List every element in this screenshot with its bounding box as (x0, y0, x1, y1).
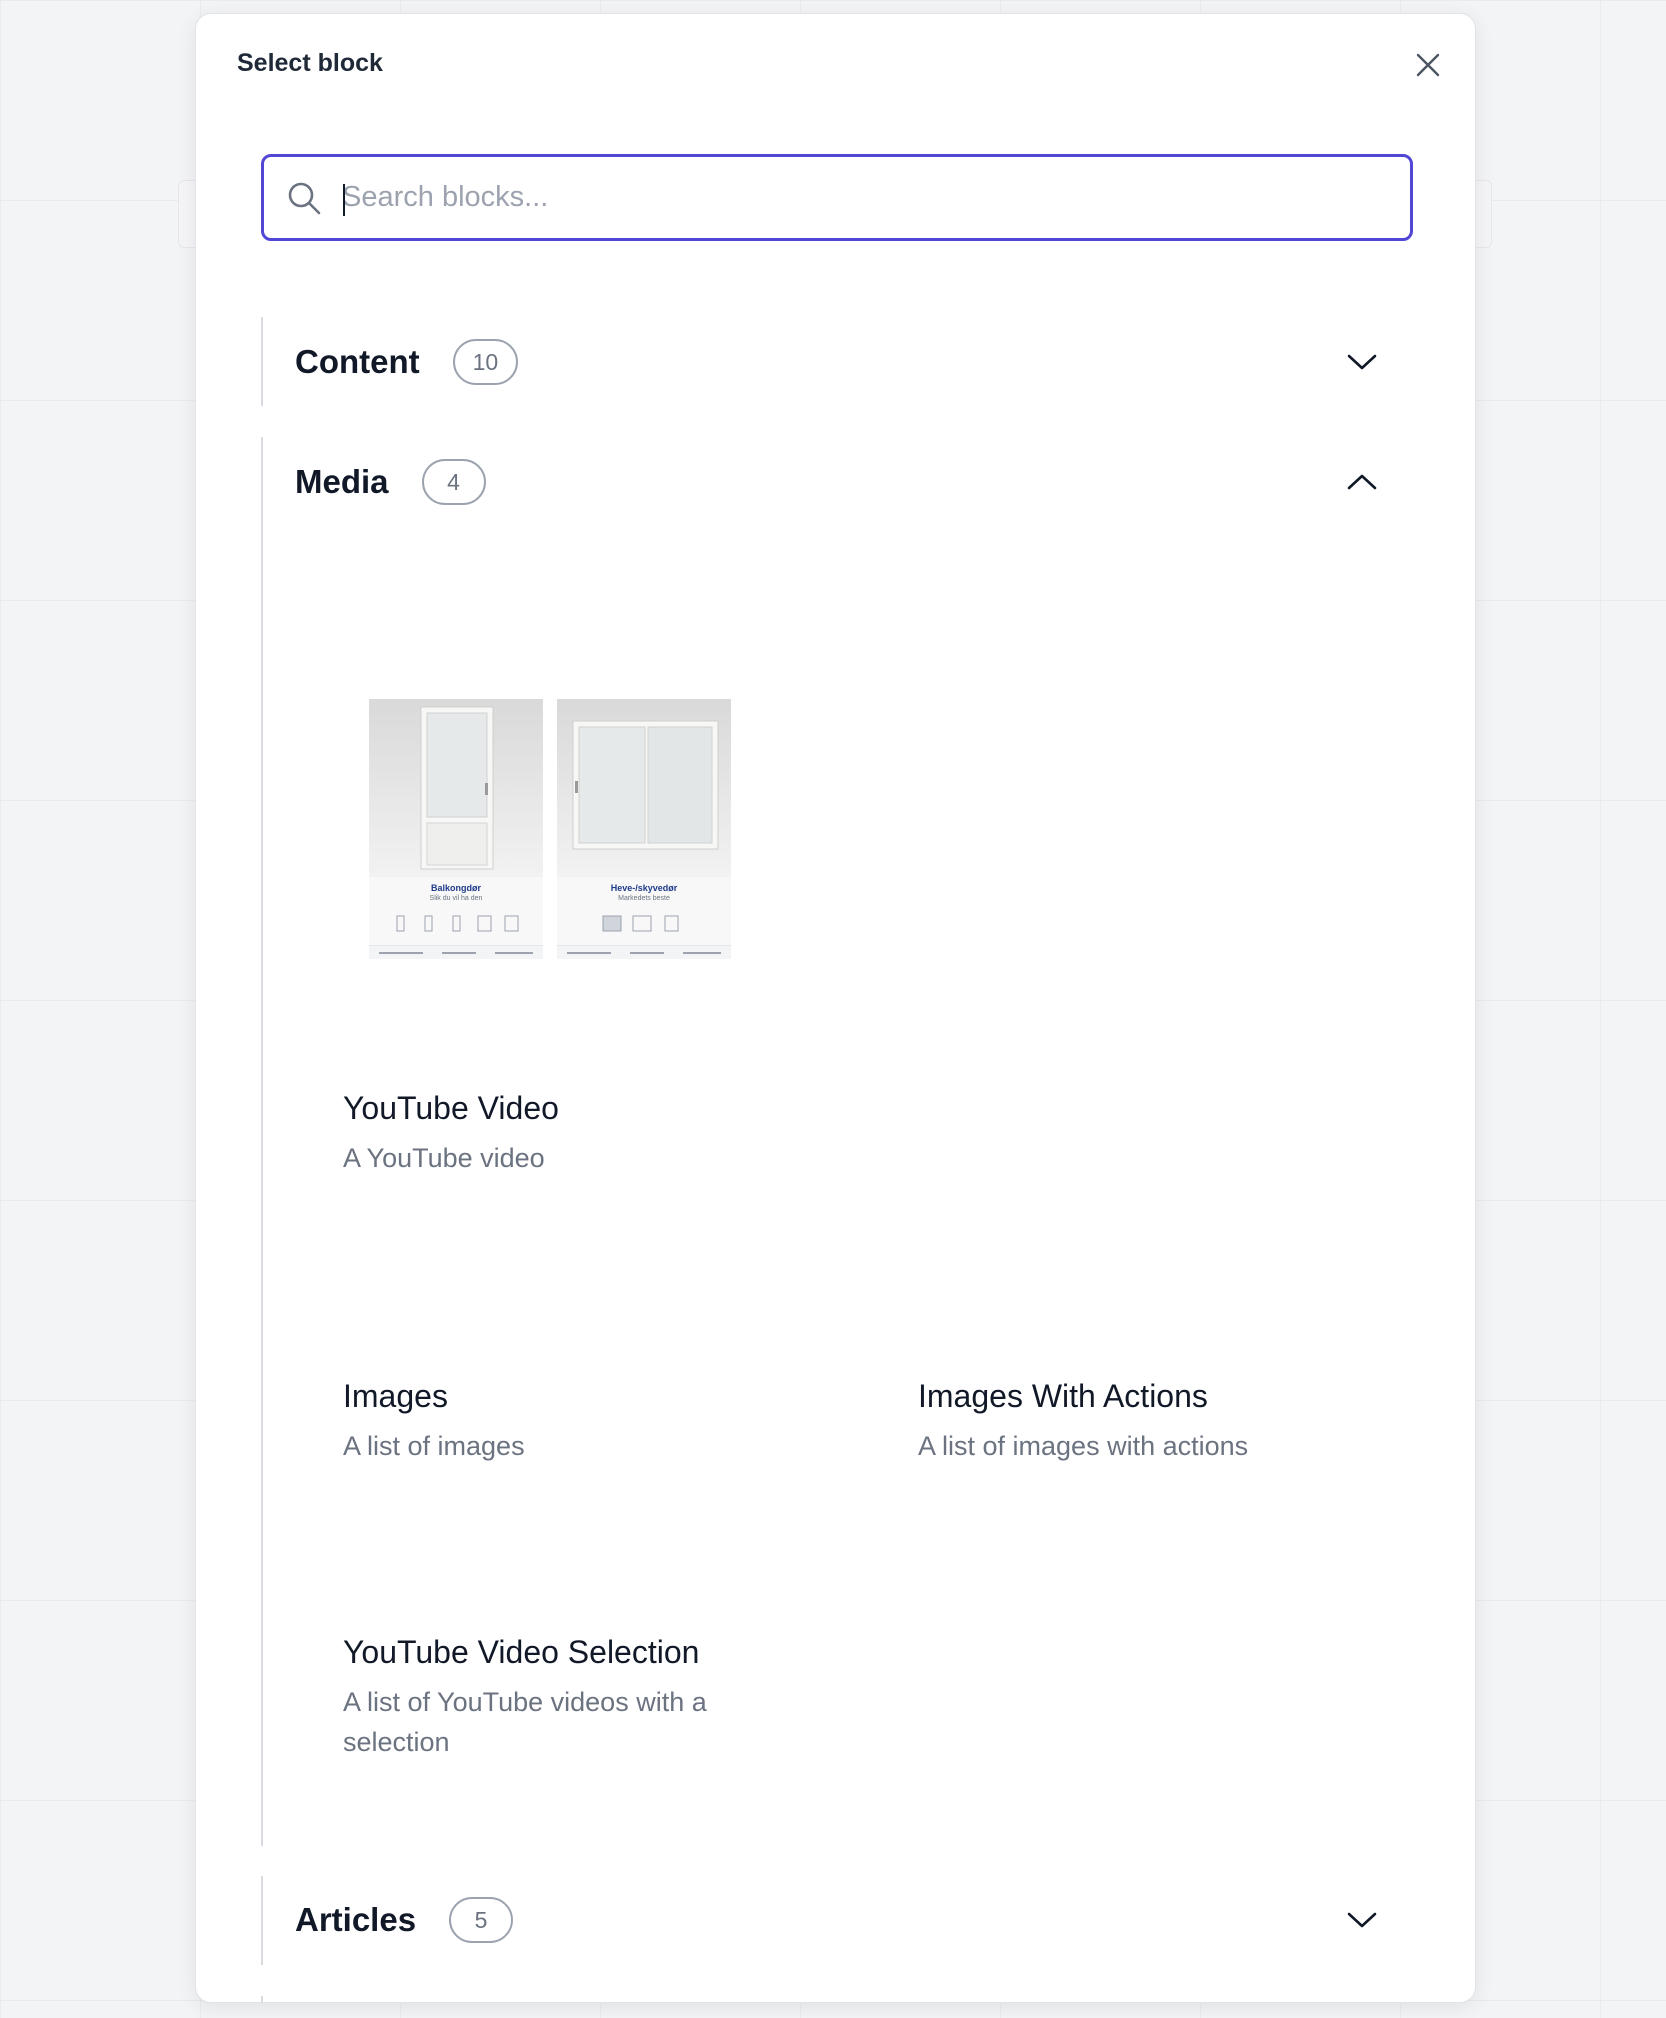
preview-caption-subtitle: Markedets beste (618, 895, 670, 902)
preview-caption-title: Balkongdør (430, 883, 481, 893)
variant-icons (602, 915, 679, 932)
search-field[interactable] (261, 154, 1413, 241)
select-block-dialog: Select block Content 10 Media 4 (195, 13, 1476, 2003)
section-title: Media (295, 463, 389, 500)
block-youtube-video-selection[interactable]: YouTube Video Selection A list of YouTub… (343, 1632, 763, 1762)
preview-caption-subtitle: Slik du vil ha den (429, 895, 483, 902)
block-title: YouTube Video Selection (343, 1634, 700, 1670)
balcony-door-image (369, 699, 543, 877)
close-icon (1416, 53, 1440, 77)
count-badge: 10 (452, 339, 519, 385)
preview-footer (369, 945, 543, 959)
block-description: A list of images with actions (918, 1431, 1249, 1461)
sliding-door-image (557, 699, 731, 877)
count-badge: 5 (449, 1897, 514, 1943)
block-youtube-video[interactable]: YouTube Video A YouTube video (343, 1088, 863, 1178)
section-indent-line (261, 1996, 263, 2002)
block-images-with-actions[interactable]: Images With Actions A list of images wit… (918, 1376, 1418, 1466)
dialog-title: Select block (237, 49, 383, 77)
section-header-articles[interactable]: Articles 5 (295, 1890, 1379, 1950)
preview-footer (557, 945, 731, 959)
text-caret (343, 184, 345, 216)
count-badge: 4 (421, 459, 486, 505)
block-title: YouTube Video (343, 1090, 559, 1126)
block-description: A YouTube video (343, 1143, 545, 1173)
block-images[interactable]: Images A list of images (343, 1376, 863, 1466)
chevron-down-icon[interactable] (1345, 1903, 1379, 1937)
block-title: Images (343, 1378, 448, 1414)
section-header-content[interactable]: Content 10 (295, 332, 1379, 392)
section-title: Content (295, 343, 420, 380)
chevron-up-icon[interactable] (1345, 465, 1379, 499)
close-button[interactable] (1411, 48, 1445, 82)
section-indent-line (261, 317, 263, 406)
preview-caption-title: Heve-/skyvedør (610, 883, 678, 893)
search-input[interactable] (342, 157, 1398, 238)
chevron-down-icon[interactable] (1345, 345, 1379, 379)
block-description: A list of YouTube videos with a selectio… (343, 1687, 707, 1757)
block-title: Images With Actions (918, 1378, 1208, 1414)
block-description: A list of images (343, 1431, 525, 1461)
search-icon (288, 182, 321, 215)
variant-icons (396, 915, 519, 932)
preview-thumbnail: Balkongdør Slik du vil ha den (369, 699, 543, 959)
section-header-media[interactable]: Media 4 (295, 452, 1379, 512)
preview-thumbnail: Heve-/skyvedør Markedets beste (557, 699, 731, 959)
section-indent-line (261, 437, 263, 1846)
section-indent-line (261, 1876, 263, 1965)
section-title: Articles (295, 1901, 417, 1938)
